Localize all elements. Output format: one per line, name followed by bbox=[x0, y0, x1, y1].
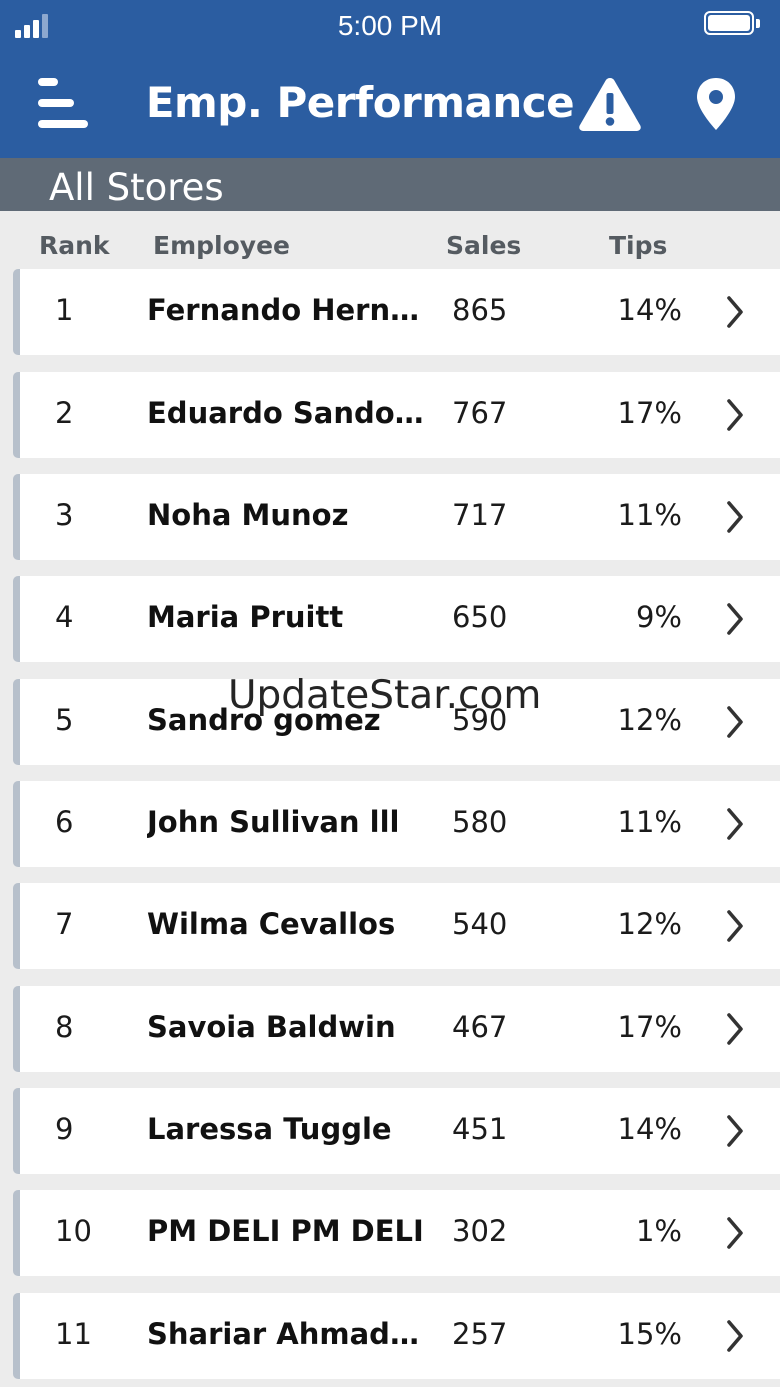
tips-cell: 15% bbox=[617, 1317, 682, 1351]
tips-cell: 12% bbox=[617, 907, 682, 941]
employee-name-cell: Noha Munoz bbox=[147, 498, 349, 532]
tips-cell: 11% bbox=[617, 805, 682, 839]
employee-name-cell: Fernando Hernan... bbox=[147, 293, 437, 327]
chevron-right-icon[interactable] bbox=[720, 499, 748, 535]
table-row[interactable]: 7 Wilma Cevallos 540 12% bbox=[13, 883, 780, 969]
battery-icon bbox=[704, 11, 762, 39]
rank-cell: 7 bbox=[55, 907, 74, 941]
table-row[interactable]: 8 Savoia Baldwin 467 17% bbox=[13, 986, 780, 1072]
chevron-right-icon[interactable] bbox=[720, 1318, 748, 1354]
location-pin-icon[interactable] bbox=[694, 76, 738, 132]
column-header-tips[interactable]: Tips bbox=[609, 230, 667, 262]
alert-triangle-icon[interactable] bbox=[577, 75, 643, 133]
employee-name-cell: Shariar Ahmadpour bbox=[147, 1317, 437, 1351]
employee-name-cell: PM DELI PM DELI bbox=[147, 1214, 424, 1248]
rank-cell: 11 bbox=[55, 1317, 92, 1351]
sales-cell: 650 bbox=[452, 600, 508, 634]
store-filter-header[interactable]: All Stores bbox=[0, 158, 780, 211]
employee-name-cell: Maria Pruitt bbox=[147, 600, 344, 634]
table-row[interactable]: 10 PM DELI PM DELI 302 1% bbox=[13, 1190, 780, 1276]
chevron-right-icon[interactable] bbox=[720, 294, 748, 330]
sales-cell: 451 bbox=[452, 1112, 508, 1146]
table-header: Rank Employee Sales Tips bbox=[0, 211, 780, 269]
rank-cell: 2 bbox=[55, 396, 74, 430]
chevron-right-icon[interactable] bbox=[720, 397, 748, 433]
rank-cell: 4 bbox=[55, 600, 74, 634]
tips-cell: 17% bbox=[617, 1010, 682, 1044]
rank-cell: 3 bbox=[55, 498, 74, 532]
employee-name-cell: John Sullivan lll bbox=[147, 805, 400, 839]
tips-cell: 12% bbox=[617, 703, 682, 737]
tips-cell: 9% bbox=[635, 600, 682, 634]
status-bar: 5:00 PM bbox=[0, 0, 780, 52]
chevron-right-icon[interactable] bbox=[720, 908, 748, 944]
tips-cell: 14% bbox=[617, 293, 682, 327]
table-row[interactable]: 11 Shariar Ahmadpour 257 15% bbox=[13, 1293, 780, 1379]
rank-cell: 5 bbox=[55, 703, 74, 737]
sales-cell: 257 bbox=[452, 1317, 508, 1351]
rank-cell: 8 bbox=[55, 1010, 74, 1044]
employee-name-cell: Wilma Cevallos bbox=[147, 907, 396, 941]
nav-bar: Emp. Performance bbox=[0, 52, 780, 158]
sales-cell: 865 bbox=[452, 293, 508, 327]
employee-name-cell: Savoia Baldwin bbox=[147, 1010, 396, 1044]
status-time: 5:00 PM bbox=[337, 10, 443, 41]
chevron-right-icon[interactable] bbox=[720, 1113, 748, 1149]
chevron-right-icon[interactable] bbox=[720, 806, 748, 842]
employee-name-cell: Eduardo Sandoval bbox=[147, 396, 437, 430]
table-row[interactable]: 3 Noha Munoz 717 11% bbox=[13, 474, 780, 560]
sales-cell: 717 bbox=[452, 498, 508, 532]
sales-cell: 540 bbox=[452, 907, 508, 941]
chevron-right-icon[interactable] bbox=[720, 704, 748, 740]
table-row[interactable]: 4 Maria Pruitt 650 9% bbox=[13, 576, 780, 662]
sales-cell: 302 bbox=[452, 1214, 508, 1248]
table-row[interactable]: 2 Eduardo Sandoval 767 17% bbox=[13, 372, 780, 458]
rank-cell: 1 bbox=[55, 293, 74, 327]
menu-icon[interactable] bbox=[38, 78, 90, 128]
employee-name-cell: Laressa Tuggle bbox=[147, 1112, 392, 1146]
rank-cell: 9 bbox=[55, 1112, 74, 1146]
sales-cell: 467 bbox=[452, 1010, 508, 1044]
rank-cell: 6 bbox=[55, 805, 74, 839]
table-row[interactable]: 6 John Sullivan lll 580 11% bbox=[13, 781, 780, 867]
rank-cell: 10 bbox=[55, 1214, 92, 1248]
sales-cell: 767 bbox=[452, 396, 508, 430]
watermark: UpdateStar.com bbox=[228, 673, 542, 718]
page-title: Emp. Performance bbox=[145, 78, 575, 127]
table-row[interactable]: 1 Fernando Hernan... 865 14% bbox=[13, 269, 780, 355]
store-filter-label: All Stores bbox=[49, 166, 224, 209]
tips-cell: 1% bbox=[635, 1214, 682, 1248]
sales-cell: 580 bbox=[452, 805, 508, 839]
chevron-right-icon[interactable] bbox=[720, 1215, 748, 1251]
table-row[interactable]: 9 Laressa Tuggle 451 14% bbox=[13, 1088, 780, 1174]
chevron-right-icon[interactable] bbox=[720, 1011, 748, 1047]
column-header-sales[interactable]: Sales bbox=[446, 230, 521, 262]
column-header-employee[interactable]: Employee bbox=[153, 230, 290, 262]
tips-cell: 11% bbox=[617, 498, 682, 532]
tips-cell: 14% bbox=[617, 1112, 682, 1146]
column-header-rank[interactable]: Rank bbox=[39, 230, 110, 262]
chevron-right-icon[interactable] bbox=[720, 601, 748, 637]
tips-cell: 17% bbox=[617, 396, 682, 430]
